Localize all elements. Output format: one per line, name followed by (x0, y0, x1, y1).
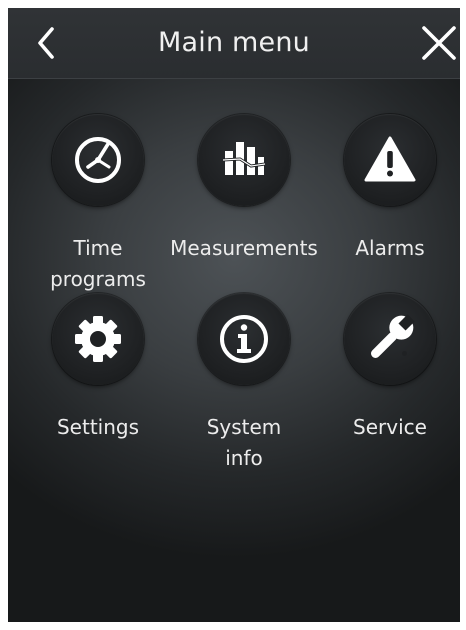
menu-item-label: Alarms (300, 233, 460, 264)
menu-item-circle (52, 114, 144, 206)
menu-item-measurements[interactable]: Measurements (164, 112, 324, 292)
info-icon (220, 315, 268, 363)
menu-item-circle (344, 293, 436, 385)
warning-icon (364, 136, 416, 182)
gear-icon (75, 316, 121, 362)
back-button[interactable] (24, 20, 70, 66)
close-button[interactable] (416, 20, 460, 66)
menu-item-system-info[interactable]: System info (164, 291, 324, 471)
chevron-left-icon (38, 27, 54, 59)
clock-icon (75, 137, 121, 183)
menu-item-circle (344, 114, 436, 206)
page-title: Main menu (158, 27, 310, 58)
menu-item-alarms[interactable]: Alarms (310, 112, 460, 292)
menu-item-service[interactable]: Service (310, 291, 460, 471)
main-menu-screen: Main menu Time programs Measurements Ala… (8, 8, 460, 622)
close-icon (422, 26, 456, 60)
menu-item-label-line1: Alarms (355, 236, 425, 260)
wrench-icon (371, 314, 415, 358)
menu-item-time-programs[interactable]: Time programs (18, 112, 178, 292)
menu-item-label-line2: info (225, 446, 263, 470)
bar-chart-icon (222, 142, 266, 175)
menu-item-label-line1: Service (353, 415, 427, 439)
menu-item-circle (52, 293, 144, 385)
menu-item-label: Service (300, 412, 460, 443)
header-bar: Main menu (8, 8, 460, 79)
menu-item-circle (198, 114, 290, 206)
menu-item-circle (198, 293, 290, 385)
